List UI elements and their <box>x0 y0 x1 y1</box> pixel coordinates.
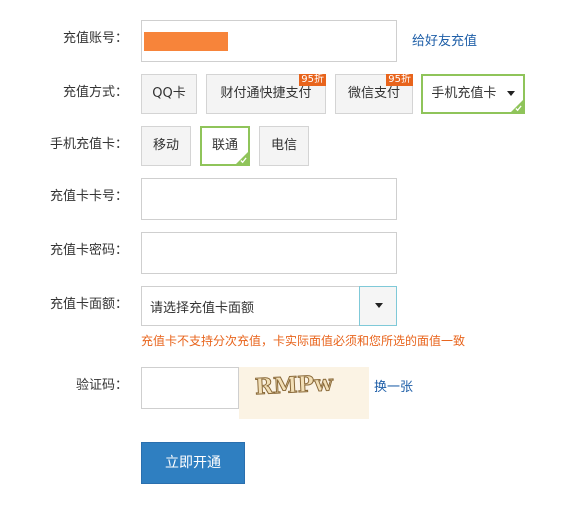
card-number-label: 充值卡卡号： <box>49 189 128 204</box>
carrier-unicom-button[interactable]: 联通 <box>200 126 250 166</box>
check-icon <box>240 157 247 164</box>
captcha-image[interactable]: RMPw <box>239 367 369 419</box>
denomination-label: 充值卡面额： <box>49 297 128 312</box>
account-input[interactable] <box>141 20 397 62</box>
denomination-select[interactable]: 请选择充值卡面额 <box>141 286 397 326</box>
method-qq-card-label: QQ卡 <box>152 86 186 101</box>
caret-down-icon <box>506 91 515 96</box>
submit-button[interactable]: 立即开通 <box>141 442 245 484</box>
captcha-text: RMPw <box>254 370 334 400</box>
carrier-telecom-label: 电信 <box>270 138 297 153</box>
captcha-input[interactable] <box>141 367 239 409</box>
method-tenpay-button[interactable]: 财付通快捷支付 95折 <box>206 74 326 114</box>
card-number-input[interactable] <box>141 178 397 220</box>
carrier-mobile-button[interactable]: 移动 <box>141 126 191 166</box>
method-label: 充值方式： <box>62 85 128 100</box>
denomination-selected-value: 请选择充值卡面额 <box>150 301 255 316</box>
card-password-input[interactable] <box>141 232 397 274</box>
check-icon <box>515 105 522 112</box>
denomination-dropdown-button[interactable] <box>359 286 397 326</box>
method-wechat-button[interactable]: 微信支付 95折 <box>335 74 413 114</box>
account-masked-value <box>144 32 228 51</box>
method-mobile-card-label: 手机充值卡 <box>431 86 497 101</box>
denomination-note: 充值卡不支持分次充值，卡实际面值必须和您所选的面值一致 <box>141 334 466 348</box>
discount-badge: 95折 <box>299 74 326 86</box>
account-label: 充值账号： <box>62 31 128 46</box>
method-tenpay-label: 财付通快捷支付 <box>220 86 312 101</box>
carrier-mobile-label: 移动 <box>152 138 179 153</box>
refresh-captcha-link[interactable]: 换一张 <box>374 378 413 398</box>
captcha-graphic: RMPw <box>254 370 335 401</box>
captcha-label: 验证码： <box>75 378 128 393</box>
discount-badge: 95折 <box>386 74 413 86</box>
carrier-telecom-button[interactable]: 电信 <box>259 126 309 166</box>
method-qq-card-button[interactable]: QQ卡 <box>141 74 197 114</box>
carrier-label: 手机充值卡： <box>49 137 128 152</box>
card-password-label: 充值卡密码： <box>49 243 128 258</box>
caret-down-icon <box>375 303 383 308</box>
method-wechat-label: 微信支付 <box>347 86 400 101</box>
method-mobile-card-button[interactable]: 手机充值卡 <box>421 74 525 114</box>
gift-to-friend-link[interactable]: 给好友充值 <box>412 32 477 52</box>
